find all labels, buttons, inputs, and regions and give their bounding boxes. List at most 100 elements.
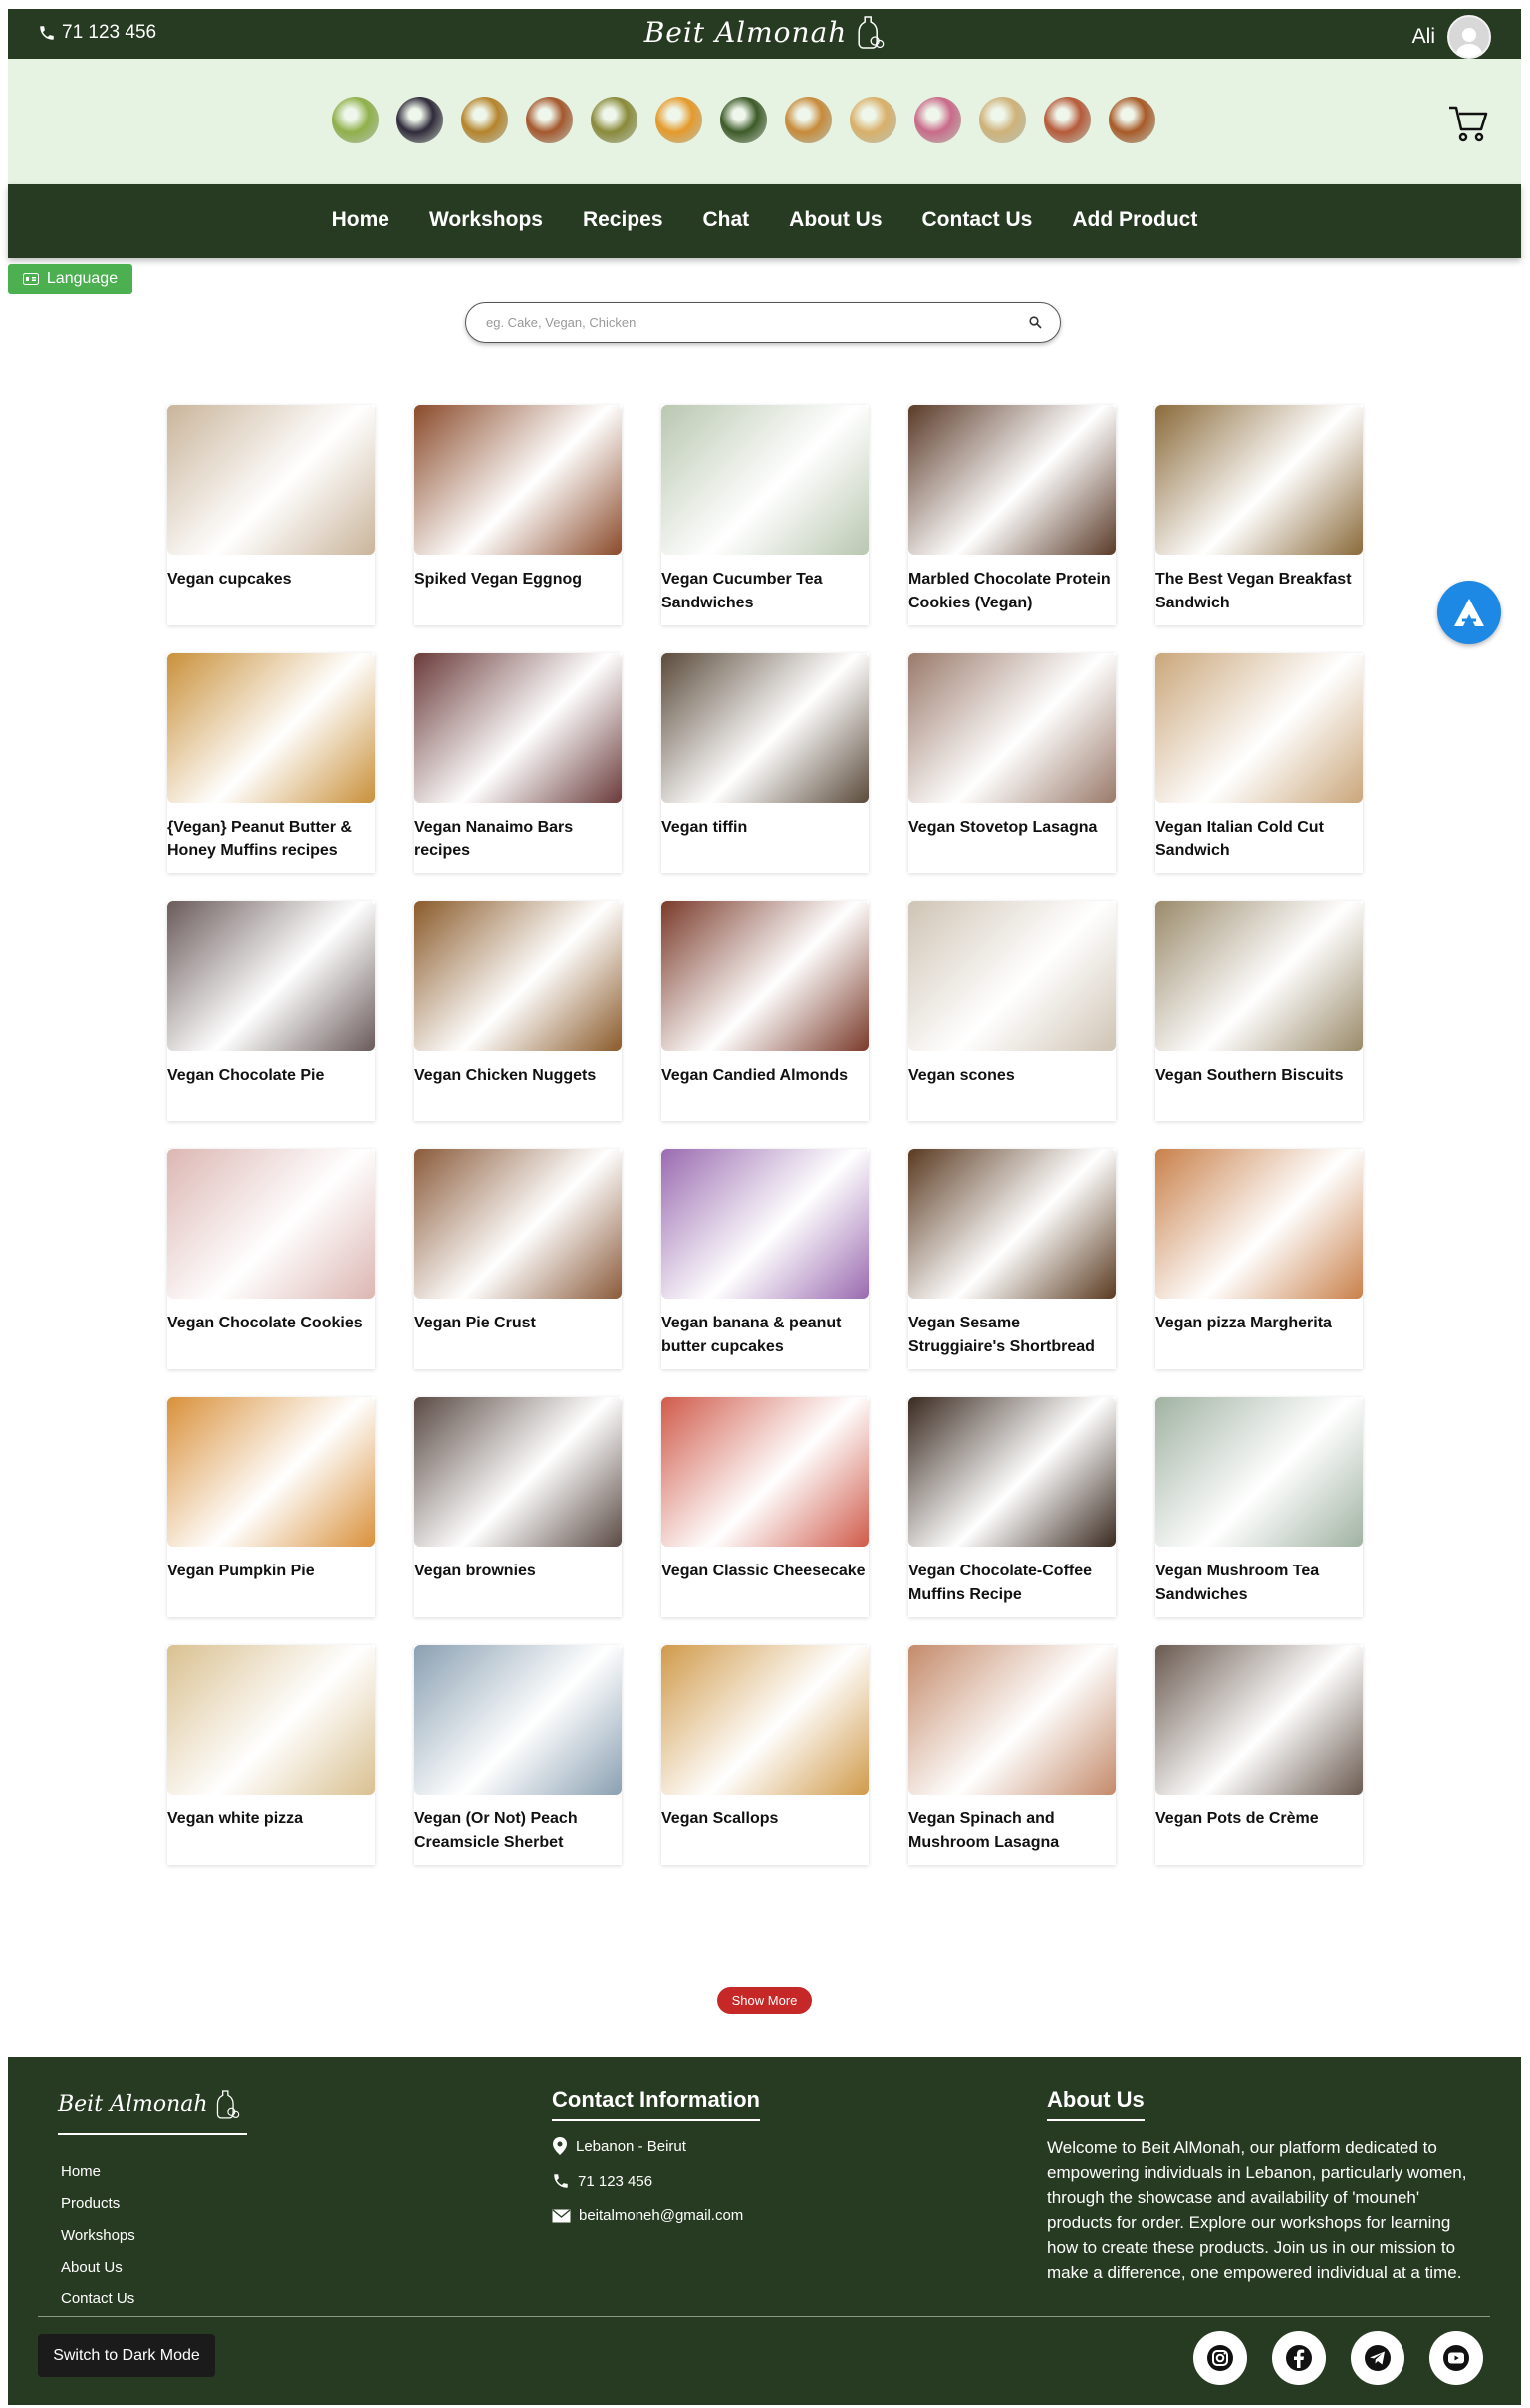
recipe-image[interactable] [167, 1645, 375, 1795]
recipe-image[interactable] [1155, 1397, 1363, 1547]
instagram-link[interactable] [1193, 2331, 1247, 2385]
recipe-card[interactable]: Vegan Mushroom Tea Sandwiches [1155, 1397, 1363, 1617]
recipe-image[interactable] [167, 405, 375, 555]
nav-workshops[interactable]: Workshops [429, 208, 543, 232]
recipe-card[interactable]: Vegan white pizza [167, 1645, 375, 1865]
recipe-image[interactable] [414, 1645, 622, 1795]
contact-email[interactable]: beitalmoneh@gmail.com [552, 2207, 743, 2224]
recipe-card[interactable]: {Vegan} Peanut Butter & Honey Muffins re… [167, 653, 375, 873]
recipe-card[interactable]: Vegan Classic Cheesecake [661, 1397, 869, 1617]
category-blackberries-icon[interactable] [396, 97, 443, 143]
recipe-image[interactable] [414, 653, 622, 803]
recipe-image[interactable] [1155, 1149, 1363, 1299]
recipe-image[interactable] [661, 405, 869, 555]
recipe-card[interactable]: Vegan tiffin [661, 653, 869, 873]
recipe-card[interactable]: Vegan cupcakes [167, 405, 375, 625]
recipe-card[interactable]: The Best Vegan Breakfast Sandwich [1155, 405, 1363, 625]
nav-chat[interactable]: Chat [703, 208, 750, 232]
search-input[interactable] [484, 314, 1029, 331]
recipe-card[interactable]: Spiked Vegan Eggnog [414, 405, 622, 625]
recipe-image[interactable] [167, 1397, 375, 1547]
recipe-card[interactable]: Vegan scones [908, 901, 1116, 1121]
category-stuffed-leaves-icon[interactable] [720, 97, 767, 143]
footer-link-contact-us[interactable]: Contact Us [61, 2290, 135, 2307]
language-button[interactable]: Language [8, 264, 132, 294]
recipe-card[interactable]: Vegan Italian Cold Cut Sandwich [1155, 653, 1363, 873]
recipe-card[interactable]: Vegan Cucumber Tea Sandwiches [661, 405, 869, 625]
recipe-card[interactable]: Vegan Southern Biscuits [1155, 901, 1363, 1121]
nav-about-us[interactable]: About Us [789, 208, 882, 232]
nav-recipes[interactable]: Recipes [583, 208, 663, 232]
recipe-card[interactable]: Vegan Pots de Crème [1155, 1645, 1363, 1865]
recipe-card[interactable]: Vegan Chicken Nuggets [414, 901, 622, 1121]
category-falafel-icon[interactable] [1109, 97, 1155, 143]
recipe-image[interactable] [1155, 1645, 1363, 1795]
telegram-link[interactable] [1351, 2331, 1404, 2385]
recipe-card[interactable]: Marbled Chocolate Protein Cookies (Vegan… [908, 405, 1116, 625]
recipe-image[interactable] [167, 653, 375, 803]
recipe-card[interactable]: Vegan (Or Not) Peach Creamsicle Sherbet [414, 1645, 622, 1865]
dark-mode-button[interactable]: Switch to Dark Mode [38, 2334, 215, 2377]
recipe-card[interactable]: Vegan Scallops [661, 1645, 869, 1865]
recipe-image[interactable] [1155, 653, 1363, 803]
support-chat-button[interactable] [1437, 581, 1501, 644]
footer-link-products[interactable]: Products [61, 2195, 135, 2212]
recipe-image[interactable] [661, 1149, 869, 1299]
recipe-card[interactable]: Vegan Chocolate Pie [167, 901, 375, 1121]
recipe-image[interactable] [414, 1397, 622, 1547]
recipe-image[interactable] [661, 653, 869, 803]
youtube-link[interactable] [1429, 2331, 1483, 2385]
recipe-image[interactable] [908, 405, 1116, 555]
recipe-image[interactable] [661, 1645, 869, 1795]
category-soup-icon[interactable] [461, 97, 508, 143]
recipe-image[interactable] [414, 901, 622, 1051]
recipe-image[interactable] [414, 405, 622, 555]
recipe-card[interactable]: Vegan Nanaimo Bars recipes [414, 653, 622, 873]
recipe-image[interactable] [908, 1645, 1116, 1795]
recipe-image[interactable] [661, 901, 869, 1051]
recipe-card[interactable]: Vegan Spinach and Mushroom Lasagna [908, 1645, 1116, 1865]
recipe-image[interactable] [1155, 901, 1363, 1051]
category-dish-plate-icon[interactable] [850, 97, 896, 143]
nav-contact-us[interactable]: Contact Us [922, 208, 1033, 232]
recipe-image[interactable] [908, 901, 1116, 1051]
recipe-image[interactable] [908, 1397, 1116, 1547]
recipe-card[interactable]: Vegan brownies [414, 1397, 622, 1617]
recipe-card[interactable]: Vegan pizza Margherita [1155, 1149, 1363, 1369]
contact-phone[interactable]: 71 123 456 [552, 2172, 743, 2190]
recipe-image[interactable] [167, 1149, 375, 1299]
brand-logo[interactable]: Beit Almonah [644, 13, 886, 51]
recipe-image[interactable] [661, 1397, 869, 1547]
category-olive-oil-icon[interactable] [591, 97, 638, 143]
recipe-image[interactable] [414, 1149, 622, 1299]
avatar[interactable] [1447, 15, 1491, 59]
recipe-image[interactable] [908, 1149, 1116, 1299]
category-jars-icon[interactable] [1044, 97, 1091, 143]
recipe-card[interactable]: Vegan Candied Almonds [661, 901, 869, 1121]
recipe-card[interactable]: Vegan Pumpkin Pie [167, 1397, 375, 1617]
recipe-card[interactable]: Vegan Sesame Struggiaire's Shortbread [908, 1149, 1116, 1369]
category-grapes-icon[interactable] [332, 97, 379, 143]
nav-home[interactable]: Home [332, 208, 389, 232]
recipe-card[interactable]: Vegan Pie Crust [414, 1149, 622, 1369]
category-cheese-icon[interactable] [655, 97, 702, 143]
recipe-card[interactable]: Vegan Chocolate-Coffee Muffins Recipe [908, 1397, 1116, 1617]
search-icon[interactable] [1029, 316, 1042, 329]
footer-link-workshops[interactable]: Workshops [61, 2227, 135, 2244]
recipe-card[interactable]: Vegan banana & peanut butter cupcakes [661, 1149, 869, 1369]
recipe-image[interactable] [908, 653, 1116, 803]
category-jam-jar-icon[interactable] [914, 97, 961, 143]
footer-link-home[interactable]: Home [61, 2163, 135, 2180]
recipe-card[interactable]: Vegan Chocolate Cookies [167, 1149, 375, 1369]
facebook-link[interactable] [1272, 2331, 1326, 2385]
recipe-image[interactable] [1155, 405, 1363, 555]
user-menu[interactable]: Ali [1412, 15, 1491, 59]
cart-button[interactable] [1447, 104, 1489, 148]
category-salad-plate-icon[interactable] [785, 97, 832, 143]
recipe-card[interactable]: Vegan Stovetop Lasagna [908, 653, 1116, 873]
footer-link-about-us[interactable]: About Us [61, 2259, 135, 2276]
nav-add-product[interactable]: Add Product [1072, 208, 1197, 232]
footer-logo[interactable]: Beit Almonah [58, 2087, 247, 2135]
show-more-button[interactable]: Show More [717, 1987, 812, 2014]
category-cinnamon-icon[interactable] [526, 97, 573, 143]
